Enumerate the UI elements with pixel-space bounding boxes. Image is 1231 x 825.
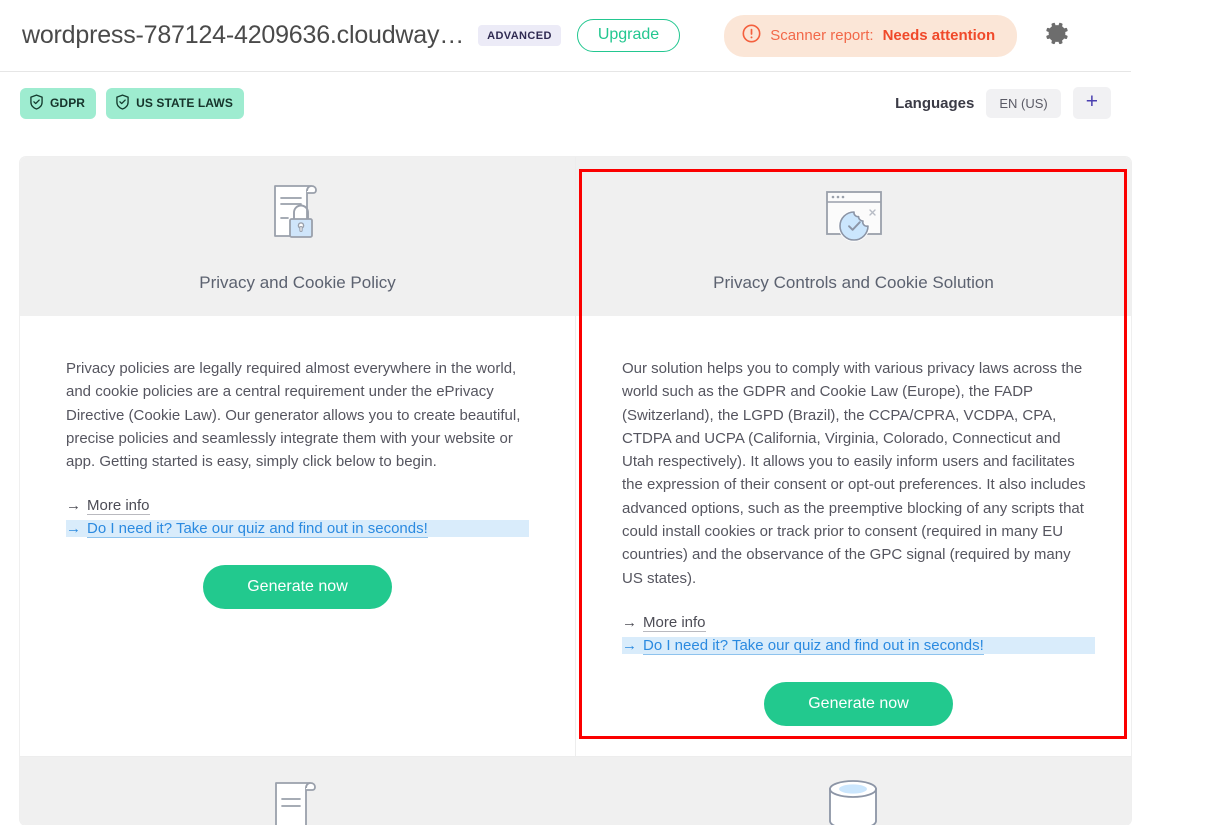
document-scroll-icon bbox=[268, 779, 328, 825]
shield-check-icon bbox=[29, 93, 44, 113]
card-links: → More info → Do I need it? Take our quiz … bbox=[622, 613, 1095, 655]
card-body: Our solution helps you to comply with va… bbox=[576, 316, 1131, 756]
languages-label: Languages bbox=[895, 94, 975, 112]
alert-circle-icon bbox=[742, 24, 761, 48]
quiz-link[interactable]: → Do I need it? Take our quiz and find ou… bbox=[66, 520, 529, 539]
card-title: Privacy and Cookie Policy bbox=[199, 273, 396, 292]
scanner-report-banner[interactable]: Scanner report: Needs attention bbox=[724, 14, 1018, 57]
generate-now-button[interactable]: Generate now bbox=[203, 565, 392, 610]
page-title: wordpress-787124-4209636.cloudway… bbox=[22, 21, 465, 49]
scanner-report-label: Scanner report: bbox=[770, 27, 874, 44]
card-next-right[interactable] bbox=[576, 757, 1132, 825]
card-privacy-controls-and-cookie-solution[interactable]: Privacy Controls and Cookie Solution Our… bbox=[576, 157, 1131, 756]
card-title: Privacy Controls and Cookie Solution bbox=[713, 273, 994, 292]
law-badge-us-state-laws-label: US STATE LAWS bbox=[136, 96, 233, 110]
generate-now-button[interactable]: Generate now bbox=[764, 681, 953, 726]
card-header: Privacy Controls and Cookie Solution bbox=[576, 157, 1131, 316]
more-info-link[interactable]: → More info bbox=[66, 497, 529, 516]
law-badge-gdpr[interactable]: GDPR bbox=[20, 87, 97, 119]
arrow-right-icon: → bbox=[622, 613, 637, 631]
card-body: Privacy policies are legally required al… bbox=[20, 316, 575, 640]
gear-icon bbox=[1045, 21, 1071, 50]
cta-container: Generate now bbox=[622, 681, 1095, 726]
plan-badge: ADVANCED bbox=[478, 25, 561, 46]
law-badge-us-state-laws[interactable]: US STATE LAWS bbox=[106, 87, 244, 119]
products-grid: Privacy and Cookie Policy Privacy polici… bbox=[20, 157, 1131, 825]
scanner-report-status: Needs attention bbox=[882, 27, 996, 44]
card-links: → More info → Do I need it? Take our quiz … bbox=[66, 497, 529, 539]
database-cylinder-icon bbox=[822, 779, 884, 825]
cta-container: Generate now bbox=[66, 565, 529, 610]
arrow-right-icon: → bbox=[66, 497, 81, 515]
card-description: Privacy policies are legally required al… bbox=[66, 360, 521, 471]
settings-button[interactable] bbox=[1045, 21, 1071, 50]
languages-group: Languages EN (US) + bbox=[895, 87, 1111, 119]
upgrade-button[interactable]: Upgrade bbox=[576, 19, 681, 52]
add-language-button[interactable]: + bbox=[1072, 87, 1111, 119]
law-badge-gdpr-label: GDPR bbox=[50, 96, 86, 110]
products-row-2 bbox=[20, 756, 1132, 825]
browser-cookie-check-icon bbox=[815, 175, 893, 255]
arrow-right-icon: → bbox=[66, 520, 81, 538]
arrow-right-icon: → bbox=[622, 636, 637, 654]
card-next-left[interactable] bbox=[20, 757, 576, 825]
card-description: Our solution helps you to comply with va… bbox=[622, 360, 1086, 587]
compliance-bar: GDPR US STATE LAWS Languages EN (US) + bbox=[0, 72, 1131, 134]
app-header: wordpress-787124-4209636.cloudway… ADVAN… bbox=[0, 0, 1131, 72]
products-row-1: Privacy and Cookie Policy Privacy polici… bbox=[20, 157, 1131, 756]
more-info-link[interactable]: → More info bbox=[622, 613, 1095, 632]
card-privacy-and-cookie-policy[interactable]: Privacy and Cookie Policy Privacy polici… bbox=[20, 157, 575, 756]
document-lock-icon bbox=[265, 175, 331, 255]
language-chip-en-us[interactable]: EN (US) bbox=[986, 88, 1061, 118]
quiz-link[interactable]: → Do I need it? Take our quiz and find ou… bbox=[622, 636, 1095, 655]
card-header: Privacy and Cookie Policy bbox=[20, 157, 575, 316]
shield-check-icon bbox=[115, 93, 130, 113]
